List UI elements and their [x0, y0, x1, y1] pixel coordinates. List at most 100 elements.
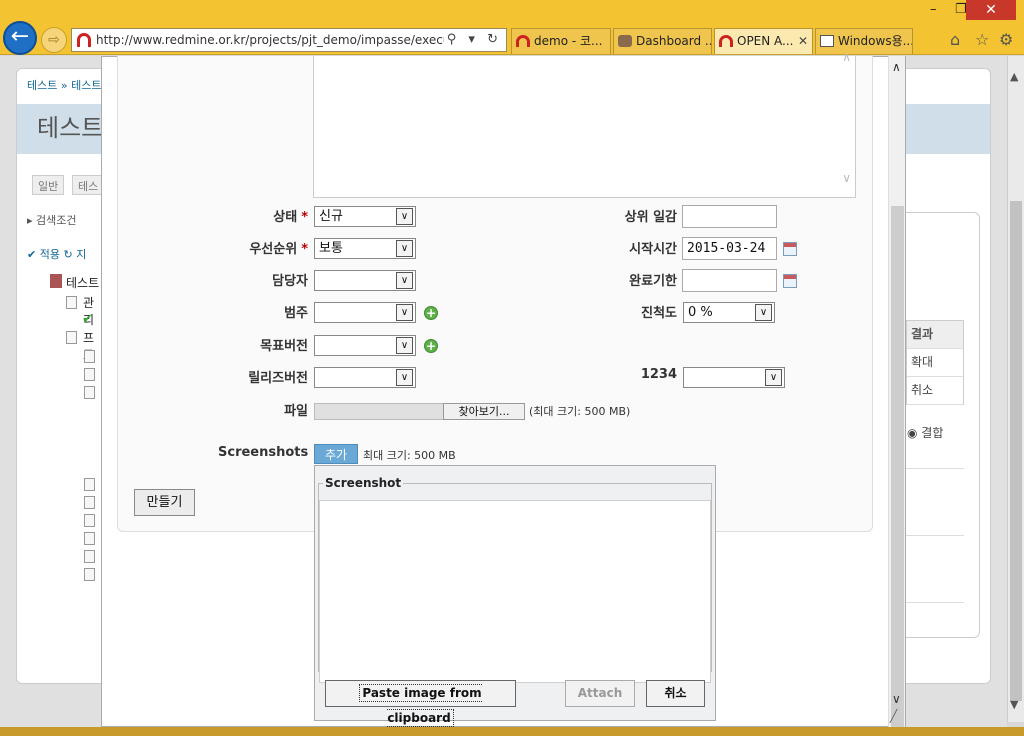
- screenshots-label: Screenshots: [218, 445, 309, 460]
- favorites-star-icon[interactable]: ☆: [975, 30, 989, 49]
- calendar-icon[interactable]: [783, 274, 797, 288]
- address-bar[interactable]: http://www.redmine.or.kr/projects/pjt_de…: [71, 28, 507, 52]
- done-ratio-select[interactable]: 0 % ∨: [683, 302, 775, 323]
- dialog-scrollbar[interactable]: ∧ ∨: [888, 56, 905, 736]
- result-row: 취소: [907, 377, 963, 405]
- chevron-down-icon: ∨: [396, 337, 413, 354]
- status-label: 상태 *: [200, 206, 308, 225]
- target-version-label: 목표버전: [260, 339, 308, 354]
- chevron-down-icon: ∨: [396, 208, 413, 225]
- browse-button[interactable]: 찾아보기...: [443, 403, 525, 420]
- page-title: 테스트: [37, 114, 104, 142]
- screenshot-fieldset: Screenshot: [318, 476, 712, 683]
- tab-general[interactable]: 일반: [32, 175, 65, 195]
- done-ratio-value: 0 %: [688, 305, 713, 320]
- divider: [906, 602, 964, 603]
- test-tree: 테스트 관리 ✔ 프로: [30, 272, 100, 592]
- priority-select[interactable]: 보통 ∨: [314, 238, 416, 259]
- settings-gear-icon[interactable]: ⚙: [999, 30, 1013, 49]
- apply-link[interactable]: ✔ 적용 ↻ 지: [27, 246, 86, 262]
- priority-label-text: 우선순위: [249, 242, 298, 257]
- cancel-button[interactable]: 취소: [646, 680, 705, 707]
- book-icon: [50, 274, 62, 288]
- tab-windows[interactable]: Windows용...: [815, 28, 913, 54]
- browser-chrome: ← ⇨ http://www.redmine.or.kr/projects/pj…: [0, 0, 1024, 55]
- add-screenshot-button[interactable]: 추가: [314, 444, 358, 464]
- assignee-label: 담당자: [272, 274, 308, 289]
- page-scrollbar[interactable]: ▲ ▼: [1007, 56, 1024, 722]
- file-label: 파일: [284, 404, 308, 419]
- dialog-scroll-down-icon[interactable]: ∨: [892, 692, 901, 706]
- redmine-icon: [516, 35, 530, 47]
- done-ratio-label: 진척도: [641, 306, 677, 321]
- paste-clipboard-button[interactable]: Paste image from clipboard: [325, 680, 516, 727]
- parent-task-input[interactable]: [682, 205, 777, 228]
- release-version-select[interactable]: ∨: [314, 367, 416, 388]
- dialog-scroll-up-icon[interactable]: ∧: [892, 60, 901, 74]
- file-max-size: (최대 크기: 500 MB): [529, 405, 631, 418]
- taskbar-strip: [0, 727, 1024, 736]
- close-tab-icon[interactable]: ✕: [798, 29, 808, 53]
- file-icon: [84, 568, 95, 581]
- status-select[interactable]: 신규 ∨: [314, 206, 416, 227]
- resize-grip-icon[interactable]: ╱: [890, 709, 897, 723]
- create-button[interactable]: 만들기: [134, 489, 195, 516]
- paste-clipboard-label: Paste image from clipboard: [359, 684, 482, 727]
- merge-radio[interactable]: ◉ 결합: [907, 424, 943, 441]
- apply-label: 적용: [39, 248, 60, 261]
- calendar-icon[interactable]: [783, 242, 797, 256]
- textarea-scroll-down-icon[interactable]: ∨: [842, 171, 851, 185]
- add-version-icon[interactable]: +: [424, 339, 438, 353]
- status-value: 신규: [319, 209, 343, 224]
- file-icon: [84, 478, 95, 491]
- result-header: 결과: [907, 321, 963, 349]
- status-label-text: 상태: [273, 210, 298, 225]
- filter-toggle[interactable]: ▸ 검색조건: [27, 212, 77, 228]
- restore-icon[interactable]: ❐: [955, 2, 967, 17]
- minimize-icon[interactable]: –: [930, 2, 937, 17]
- due-date-input[interactable]: [682, 269, 777, 292]
- forward-arrow-icon[interactable]: ⇨: [41, 27, 67, 53]
- start-date-label: 시작시간: [629, 242, 677, 257]
- back-arrow-icon[interactable]: ←: [3, 21, 37, 55]
- file-icon: [84, 496, 95, 509]
- tab-demo[interactable]: demo - 코...: [511, 28, 611, 54]
- radio-label: 결합: [921, 426, 944, 440]
- custom-1234-select[interactable]: ∨: [683, 367, 785, 388]
- description-textarea[interactable]: ∧ ∨: [313, 50, 856, 198]
- address-controls[interactable]: ⚲ ▾ ↻: [443, 29, 502, 51]
- screenshot-legend: Screenshot: [323, 476, 404, 490]
- dialog-scroll-thumb[interactable]: [891, 206, 904, 736]
- target-version-select[interactable]: ∨: [314, 335, 416, 356]
- tab-dashboard[interactable]: Dashboard ...: [613, 28, 712, 54]
- parent-task-label: 상위 일감: [624, 210, 677, 225]
- check-icon: ✔: [82, 312, 93, 327]
- window-close-icon[interactable]: ✕: [966, 0, 1016, 20]
- tab-test[interactable]: 테스: [72, 175, 105, 195]
- chevron-down-icon: ∨: [396, 240, 413, 257]
- scroll-up-arrow-icon[interactable]: ▲: [1010, 70, 1018, 83]
- screenshot-paste-area[interactable]: [319, 500, 711, 683]
- category-label: 범주: [284, 306, 308, 321]
- home-icon[interactable]: ⌂: [950, 30, 960, 49]
- start-date-input[interactable]: 2015-03-24: [682, 237, 777, 260]
- tab-open-active[interactable]: OPEN A... ✕: [714, 28, 813, 54]
- divider: [906, 535, 964, 536]
- textarea-scroll-up-icon[interactable]: ∧: [842, 50, 851, 64]
- breadcrumb[interactable]: 테스트 » 테스트: [27, 77, 101, 93]
- file-icon: [84, 532, 95, 545]
- tree-label-root[interactable]: 테스트: [66, 274, 99, 291]
- redmine-icon: [77, 33, 91, 47]
- add-category-icon[interactable]: +: [424, 306, 438, 320]
- due-date-label: 완료기한: [629, 274, 677, 289]
- page-scroll-thumb[interactable]: [1010, 201, 1022, 701]
- folder-icon: [66, 296, 77, 309]
- category-select[interactable]: ∨: [314, 302, 416, 323]
- file-icon: [84, 368, 95, 381]
- attach-button[interactable]: Attach: [565, 680, 635, 707]
- assignee-select[interactable]: ∨: [314, 270, 416, 291]
- scroll-down-arrow-icon[interactable]: ▼: [1010, 698, 1018, 711]
- filter-label: 검색조건: [36, 214, 77, 227]
- java-icon: [820, 35, 834, 47]
- priority-label: 우선순위 *: [200, 238, 308, 257]
